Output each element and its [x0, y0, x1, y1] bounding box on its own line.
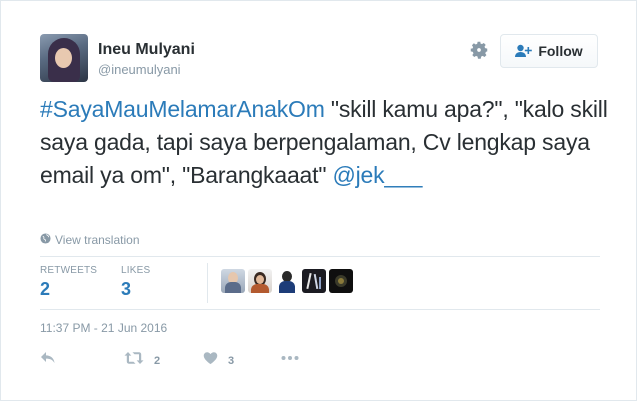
more-button[interactable] — [281, 351, 299, 370]
liker-avatar[interactable] — [248, 269, 272, 293]
globe-icon — [40, 233, 51, 247]
like-button[interactable]: 3 — [203, 351, 234, 370]
hashtag-link[interactable]: #SayaMauMelamarAnakOm — [40, 96, 325, 122]
likes-count: 3 — [121, 279, 132, 299]
reply-button[interactable] — [40, 351, 56, 370]
user-display-name[interactable]: Ineu Mulyani — [98, 41, 195, 59]
tweet-card: Ineu Mulyani @ineumulyani Follow #SayaMa… — [0, 0, 637, 401]
tweet-timestamp[interactable]: 11:37 PM - 21 Jun 2016 — [40, 321, 167, 335]
retweets-stat[interactable]: RETWEETS 2 — [40, 265, 97, 300]
follow-person-plus-icon — [515, 44, 533, 58]
liker-avatar[interactable] — [329, 269, 353, 293]
mention-link[interactable]: @jek___ — [332, 162, 422, 188]
heart-icon — [203, 351, 218, 370]
likes-label: LIKES — [121, 265, 151, 276]
liker-avatar[interactable] — [302, 269, 326, 293]
settings-gear-icon[interactable] — [468, 39, 490, 61]
tweet-text: #SayaMauMelamarAnakOm "skill kamu apa?",… — [40, 93, 610, 192]
liker-avatar[interactable] — [221, 269, 245, 293]
retweet-button[interactable]: 2 — [124, 351, 160, 370]
divider — [40, 309, 600, 310]
likes-stat[interactable]: LIKES 3 — [121, 265, 150, 300]
follow-button-label: Follow — [538, 43, 583, 59]
reply-icon — [40, 351, 56, 370]
view-translation-link[interactable]: View translation — [40, 233, 140, 247]
retweet-icon — [124, 351, 144, 370]
retweets-count: 2 — [40, 279, 51, 299]
divider — [40, 256, 600, 257]
view-translation-label: View translation — [55, 233, 140, 247]
user-handle[interactable]: @ineumulyani — [98, 62, 181, 77]
liked-by-avatars — [221, 269, 353, 293]
retweets-label: RETWEETS — [40, 265, 98, 276]
retweet-count: 2 — [154, 354, 161, 367]
user-avatar[interactable] — [40, 34, 88, 82]
like-count: 3 — [228, 354, 235, 367]
liker-avatar[interactable] — [275, 269, 299, 293]
follow-button[interactable]: Follow — [500, 34, 598, 68]
more-icon — [281, 351, 299, 370]
stats-divider — [207, 263, 208, 303]
